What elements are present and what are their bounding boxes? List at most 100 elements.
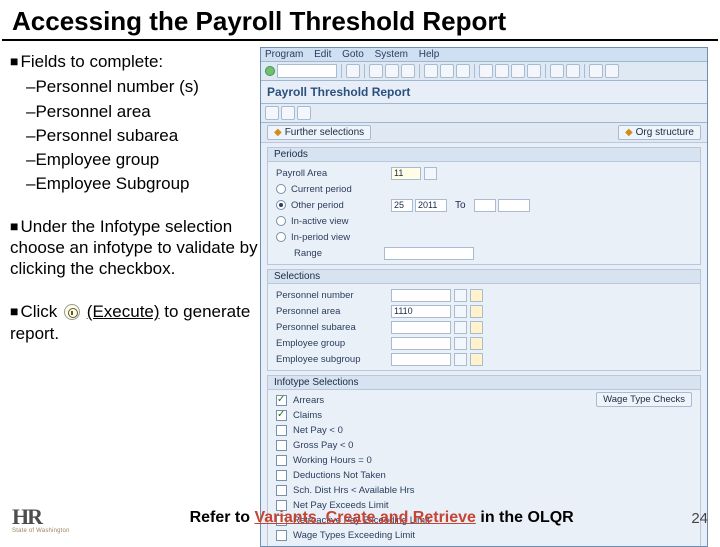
sap-screenshot: Program Edit Goto System Help (260, 47, 708, 547)
infotype-instruction: Under the Infotype selection choose an i… (10, 217, 258, 279)
print-icon[interactable] (424, 64, 438, 78)
matchcode-icon[interactable] (454, 353, 467, 366)
matchcode-icon[interactable] (454, 337, 467, 350)
radio-inperiod-view[interactable] (276, 232, 286, 242)
new-session-icon[interactable] (550, 64, 564, 78)
menu-program[interactable]: Program (265, 49, 303, 60)
infotype-checkbox[interactable] (276, 395, 287, 406)
radio-current-period[interactable] (276, 184, 286, 194)
other-period-period-input[interactable]: 25 (391, 199, 413, 212)
infotype-checkbox[interactable] (276, 455, 287, 466)
save-icon[interactable] (346, 64, 360, 78)
multiple-selection-icon[interactable] (470, 353, 483, 366)
inactive-view-label: In-active view (291, 216, 349, 227)
selection-label: Employee subgroup (276, 354, 391, 365)
help-icon[interactable] (589, 64, 603, 78)
infotype-checkbox[interactable] (276, 425, 287, 436)
matchcode-icon[interactable] (424, 167, 437, 180)
infotype-checkbox[interactable] (276, 410, 287, 421)
infotype-header: Infotype Selections (268, 376, 700, 390)
org-structure-button[interactable]: ◆Org structure (618, 125, 701, 140)
selection-row: Personnel number (276, 287, 692, 303)
back-icon[interactable] (369, 64, 383, 78)
execute-button[interactable] (265, 106, 279, 120)
range-input[interactable] (384, 247, 474, 260)
infotype-label: Arrears (293, 395, 324, 406)
command-field[interactable] (277, 64, 337, 78)
infotype-checkbox[interactable] (276, 440, 287, 451)
get-variant-button[interactable] (281, 106, 295, 120)
wage-type-checks-button[interactable]: Wage Type Checks (596, 392, 692, 407)
range-label: Range (294, 248, 384, 259)
shortcut-icon[interactable] (566, 64, 580, 78)
multiple-selection-icon[interactable] (470, 337, 483, 350)
last-page-icon[interactable] (527, 64, 541, 78)
inperiod-view-label: In-period view (291, 232, 350, 243)
menu-edit[interactable]: Edit (314, 49, 331, 60)
infotype-label: Working Hours = 0 (293, 455, 372, 466)
exit-icon[interactable] (385, 64, 399, 78)
selection-row: Employee subgroup (276, 351, 692, 367)
radio-other-period[interactable] (276, 200, 286, 210)
selection-input[interactable]: 1110 (391, 305, 451, 318)
bullet-square: ■ (10, 303, 18, 319)
hr-logo: HR State of Washington (12, 504, 72, 532)
further-selections-button[interactable]: ◆Further selections (267, 125, 371, 140)
sap-menubar[interactable]: Program Edit Goto System Help (261, 48, 707, 62)
radio-inactive-view[interactable] (276, 216, 286, 226)
infotype-label: Gross Pay < 0 (293, 440, 353, 451)
other-period-label: Other period (291, 200, 391, 211)
payroll-area-label: Payroll Area (276, 168, 391, 179)
infotype-label: Sch. Dist Hrs < Available Hrs (293, 485, 415, 496)
menu-goto[interactable]: Goto (342, 49, 364, 60)
other-period-year-input[interactable]: 2011 (415, 199, 447, 212)
sap-standard-toolbar (261, 62, 707, 81)
periods-header: Periods (268, 148, 700, 162)
cancel-icon[interactable] (401, 64, 415, 78)
save-variant-button[interactable] (297, 106, 311, 120)
selection-input[interactable] (391, 353, 451, 366)
other-period-to-period-input[interactable] (474, 199, 496, 212)
find-icon[interactable] (440, 64, 454, 78)
periods-panel: Periods Payroll Area 11 Current period O… (267, 147, 701, 265)
enter-icon[interactable] (265, 66, 275, 76)
matchcode-icon[interactable] (454, 289, 467, 302)
page-number: 24 (691, 510, 708, 527)
menu-help[interactable]: Help (419, 49, 440, 60)
multiple-selection-icon[interactable] (470, 321, 483, 334)
variants-link[interactable]: Variants_Create and Retrieve (254, 509, 475, 526)
payroll-area-input[interactable]: 11 (391, 167, 421, 180)
slide-title: Accessing the Payroll Threshold Report (2, 0, 718, 41)
click-label: Click (20, 302, 57, 321)
prev-page-icon[interactable] (495, 64, 509, 78)
infotype-row: Claims (276, 408, 692, 423)
selection-row: Employee group (276, 335, 692, 351)
infotype-checkbox[interactable] (276, 470, 287, 481)
matchcode-icon[interactable] (454, 321, 467, 334)
selection-input[interactable] (391, 337, 451, 350)
fields-heading: Fields to complete: (20, 52, 163, 71)
left-column: ■Fields to complete: –Personnel number (… (0, 47, 260, 547)
matchcode-icon[interactable] (454, 305, 467, 318)
other-period-to-year-input[interactable] (498, 199, 530, 212)
selection-label: Personnel area (276, 306, 391, 317)
infotype-checkbox[interactable] (276, 485, 287, 496)
find-next-icon[interactable] (456, 64, 470, 78)
menu-system[interactable]: System (375, 49, 408, 60)
infotype-label: Claims (293, 410, 322, 421)
multiple-selection-icon[interactable] (470, 305, 483, 318)
selection-input[interactable] (391, 289, 451, 302)
sap-selection-bar: ◆Further selections ◆Org structure (261, 123, 707, 143)
multiple-selection-icon[interactable] (470, 289, 483, 302)
selection-label: Personnel subarea (276, 322, 391, 333)
infotype-row: Deductions Not Taken (276, 468, 692, 483)
infotype-row: Net Pay < 0 (276, 423, 692, 438)
execute-icon (64, 304, 80, 320)
layout-icon[interactable] (605, 64, 619, 78)
selection-input[interactable] (391, 321, 451, 334)
bullet-square: ■ (10, 53, 18, 69)
bullet-square: ■ (10, 218, 18, 234)
first-page-icon[interactable] (479, 64, 493, 78)
next-page-icon[interactable] (511, 64, 525, 78)
infotype-label: Net Pay < 0 (293, 425, 343, 436)
